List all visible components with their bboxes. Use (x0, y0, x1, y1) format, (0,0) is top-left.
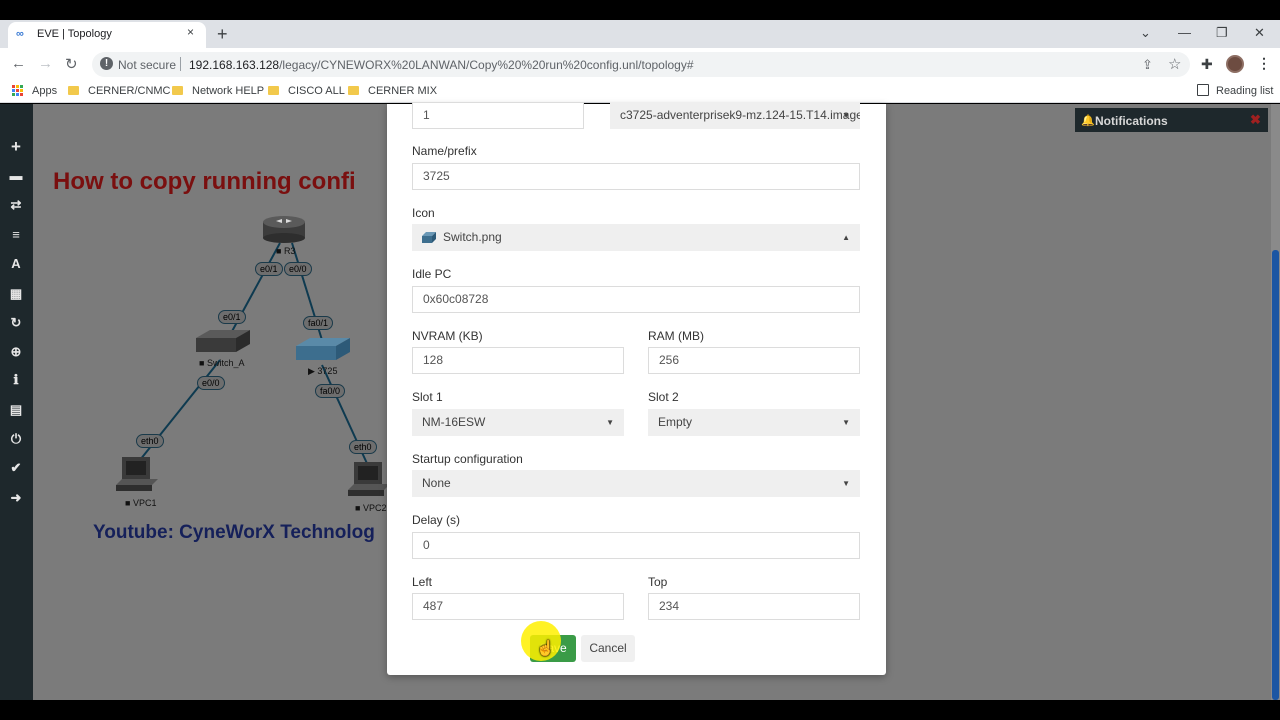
startup-config-label: Startup configuration (412, 452, 523, 466)
slot1-value: NM-16ESW (422, 415, 486, 429)
top-label: Top (648, 575, 668, 589)
slot2-value: Empty (658, 415, 693, 429)
name-prefix-label: Name/prefix (412, 144, 477, 158)
image-select-value: c3725-adventerprisek9-mz.124-15.T14.imag… (620, 108, 860, 122)
hand-cursor-icon: ☝ (536, 640, 555, 657)
node-label-vpc1[interactable]: ■ VPC1 (125, 498, 156, 508)
ram-label: RAM (MB) (648, 329, 704, 343)
top-field[interactable]: 234 (648, 593, 860, 620)
delay-field[interactable]: 0 (412, 532, 860, 559)
bell-icon: 🔔 (1081, 115, 1095, 127)
slot2-select[interactable]: Empty ▼ (648, 409, 860, 436)
canvas-title: How to copy running confi (53, 168, 356, 195)
delay-label: Delay (s) (412, 513, 461, 527)
node-name: VPC2 (362, 503, 387, 513)
switch-icon[interactable] (196, 328, 250, 356)
icon-select-value: Switch.png (443, 230, 502, 244)
interface-label: eth0 (349, 440, 377, 454)
caret-down-icon: ▼ (842, 479, 850, 488)
router-icon[interactable] (262, 212, 306, 244)
caret-down-icon: ▼ (842, 418, 850, 427)
slot1-select[interactable]: NM-16ESW ▼ (412, 409, 624, 436)
icon-label: Icon (412, 206, 435, 220)
node-name: 3725 (317, 366, 338, 376)
notifications-close-icon[interactable]: ✖ (1250, 112, 1261, 128)
top-count-field[interactable]: 1 (412, 102, 584, 129)
notifications-title: Notifications (1095, 114, 1168, 128)
caret-up-icon: ▲ (842, 233, 850, 242)
startup-config-value: None (422, 476, 451, 490)
interface-label: e0/0 (284, 262, 312, 276)
switch-icon[interactable] (296, 336, 350, 364)
node-label-vpc2[interactable]: ■ VPC2 (355, 503, 386, 513)
interface-label: fa0/1 (303, 316, 334, 330)
node-label-r3[interactable]: ■ R3 (276, 246, 295, 256)
interface-label: fa0/0 (315, 384, 346, 398)
left-label: Left (412, 575, 433, 589)
screen: ∞ EVE | Topology × + ⌄ — ❐ ✕ ← → ↻ ! Not… (0, 0, 1280, 720)
node-label-switch-a[interactable]: ■ Switch_A (199, 358, 244, 368)
idle-pc-field[interactable]: 0x60c08728 (412, 286, 860, 313)
nvram-label: NVRAM (KB) (412, 329, 483, 343)
pc-icon[interactable] (348, 460, 388, 500)
node-name: R3 (283, 246, 296, 256)
ram-field[interactable]: 256 (648, 347, 860, 374)
startup-config-select[interactable]: None ▼ (412, 470, 860, 497)
cancel-button[interactable]: Cancel (581, 635, 635, 662)
node-label-3725[interactable]: ▶ 3725 (308, 366, 337, 377)
node-name: Switch_A (206, 358, 245, 368)
nvram-field[interactable]: 128 (412, 347, 624, 374)
left-field[interactable]: 487 (412, 593, 624, 620)
caret-down-icon: ▼ (606, 418, 614, 427)
icon-select[interactable]: Switch.png ▲ (412, 224, 860, 251)
interface-label: e0/1 (255, 262, 283, 276)
caret-down-icon: ▼ (842, 111, 850, 120)
interface-label: e0/0 (197, 376, 225, 390)
node-name: VPC1 (132, 498, 157, 508)
interface-label: e0/1 (218, 310, 246, 324)
idle-pc-label: Idle PC (412, 267, 452, 281)
switch-thumbnail-icon (422, 232, 436, 243)
slot2-label: Slot 2 (648, 390, 679, 404)
pc-icon[interactable] (116, 455, 160, 495)
name-prefix-field[interactable]: 3725 (412, 163, 860, 190)
interface-label: eth0 (136, 434, 164, 448)
image-select[interactable]: c3725-adventerprisek9-mz.124-15.T14.imag… (610, 102, 860, 129)
slot1-label: Slot 1 (412, 390, 443, 404)
canvas-credit-text: Youtube: CyneWorX Technolog (93, 522, 375, 543)
